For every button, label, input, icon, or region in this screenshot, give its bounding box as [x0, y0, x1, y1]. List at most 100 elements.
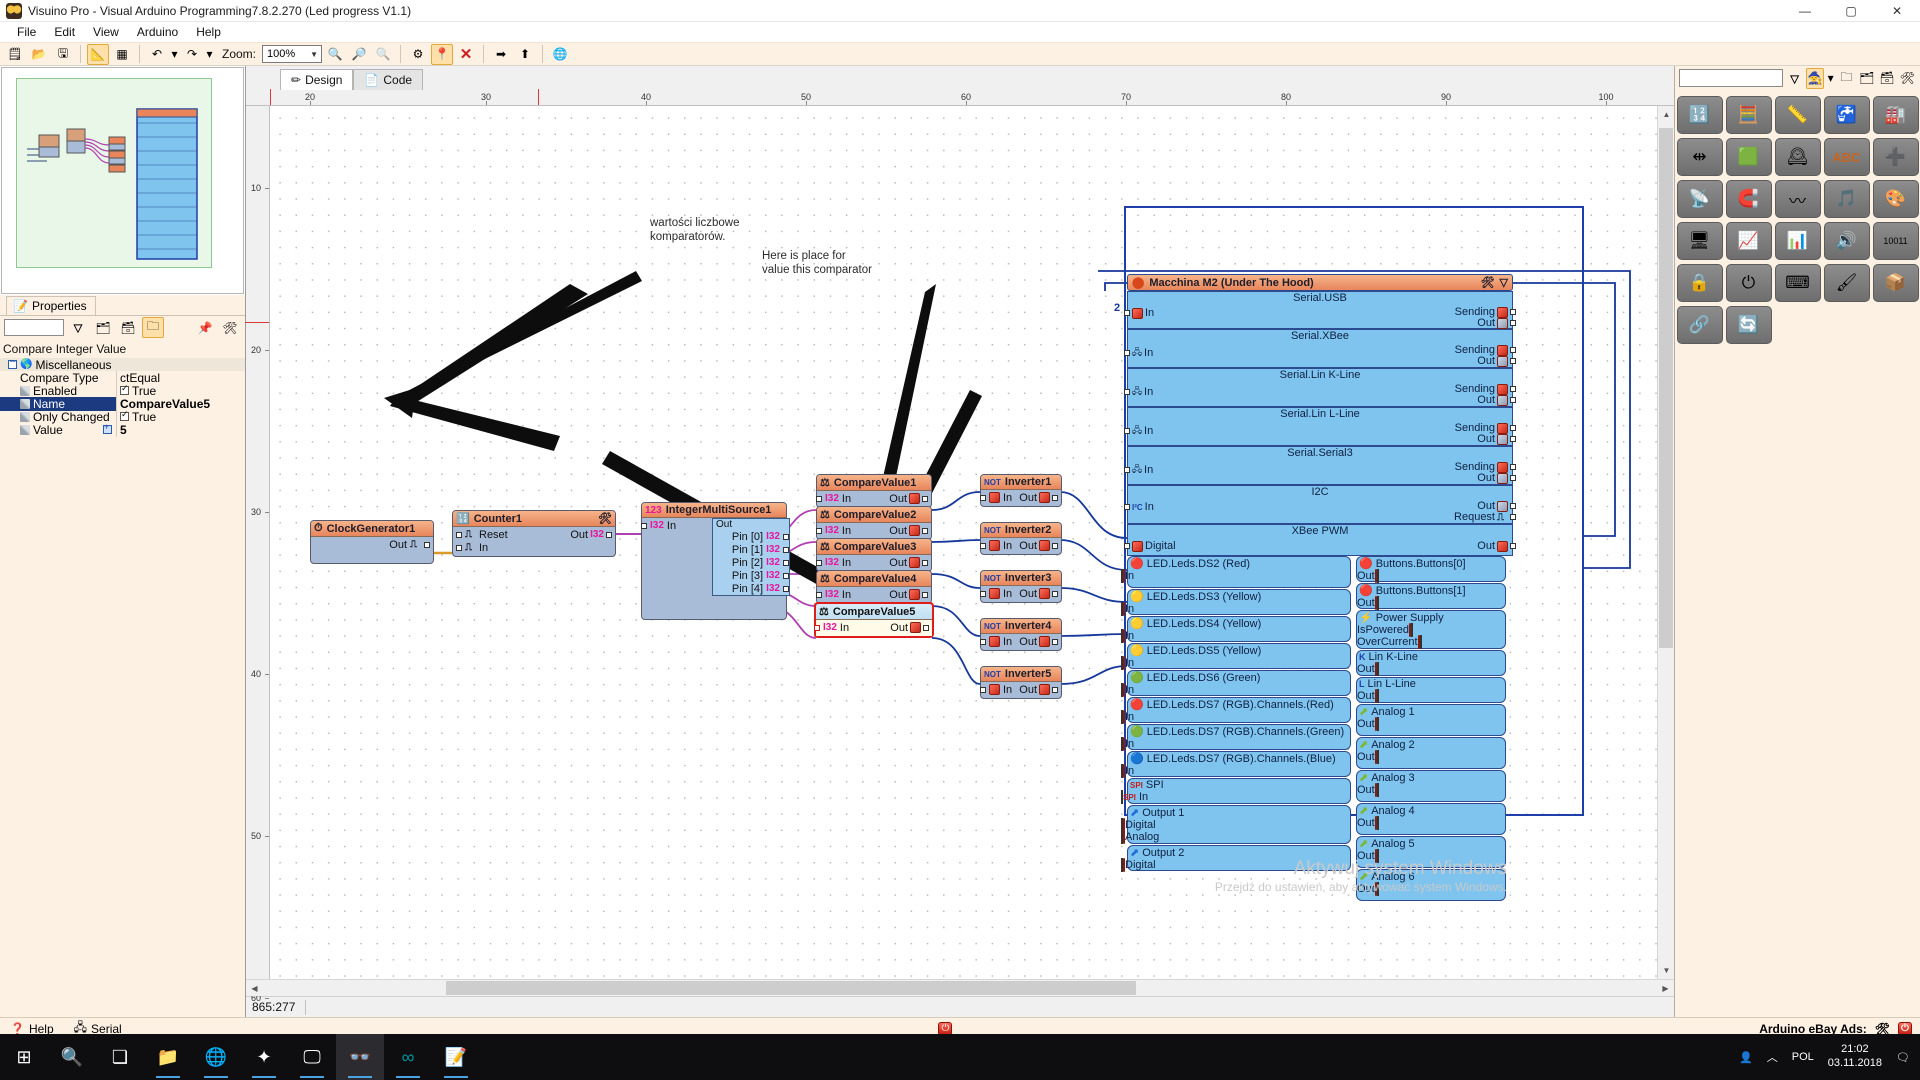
redo-icon[interactable]: ↷: [181, 44, 203, 65]
menu-item-arduino[interactable]: Arduino: [128, 23, 187, 41]
pin-connector[interactable]: [922, 559, 928, 566]
upload-icon[interactable]: ➡: [490, 44, 512, 65]
block-inverter3[interactable]: NOT Inverter3 In Out: [980, 570, 1062, 603]
pin-connector[interactable]: [1124, 467, 1130, 473]
start-icon[interactable]: ⊞: [0, 1034, 48, 1080]
property-search-input[interactable]: [4, 319, 64, 336]
palette-item-memory-icon[interactable]: 🟩: [1725, 138, 1772, 176]
pin-connector[interactable]: [980, 590, 986, 597]
pin-connector[interactable]: [1376, 882, 1379, 896]
pin-connector[interactable]: [1376, 569, 1379, 583]
pin-connector[interactable]: [456, 544, 462, 551]
pin-connector[interactable]: [783, 546, 789, 553]
tab-properties[interactable]: 📝 Properties: [6, 296, 96, 315]
pin-connector[interactable]: [1510, 386, 1516, 392]
board-item-spi[interactable]: SPI SPI SPI In: [1121, 778, 1351, 804]
pin-connector[interactable]: [1376, 816, 1379, 830]
wizard-icon[interactable]: 🧙: [1806, 67, 1824, 89]
pin-connector[interactable]: [1410, 623, 1413, 637]
board-item-lin-k-line[interactable]: K Lin K-Line Out: [1356, 650, 1506, 676]
board-item-analog3[interactable]: ⬈ Analog 3 Out: [1356, 770, 1506, 802]
pin-connector[interactable]: [606, 531, 612, 538]
board-item-led-ds3[interactable]: 🟡 LED.Leds.DS3 (Yellow) In: [1121, 589, 1351, 616]
palette-item-factory-icon[interactable]: 🏭: [1872, 96, 1919, 134]
pin-row[interactable]: In Out: [980, 683, 1058, 696]
pin-connector[interactable]: [1510, 436, 1516, 442]
palette-item-link-icon[interactable]: 🔗: [1676, 306, 1723, 344]
pin-connector[interactable]: [922, 495, 928, 502]
palette-item-music-icon[interactable]: 🎵: [1823, 180, 1870, 218]
tools-icon[interactable]: 🛠: [219, 317, 241, 338]
taskview-icon[interactable]: ❏: [96, 1034, 144, 1080]
property-row-value[interactable]: Value 5: [0, 422, 245, 437]
tab-design[interactable]: ✏ Design: [280, 69, 354, 90]
property-row-only-changed[interactable]: Only Changed True: [0, 409, 245, 424]
palette-item-clock-dial-icon[interactable]: 🕰: [1774, 138, 1821, 176]
palette-item-stats-icon[interactable]: 📊: [1774, 222, 1821, 260]
board-item-led-ds7-green[interactable]: 🟢 LED.Leds.DS7 (RGB).Channels.(Green) In: [1121, 724, 1351, 751]
palette-item-device-icon[interactable]: 🖥: [1676, 222, 1723, 260]
pin-row[interactable]: In Out: [980, 539, 1058, 552]
pin-connector[interactable]: [1124, 350, 1130, 356]
delete-icon[interactable]: ✕: [455, 44, 477, 65]
pin-connector[interactable]: [1510, 320, 1516, 326]
pin-connector[interactable]: [1124, 428, 1130, 434]
board-item-analog6[interactable]: ⬈ Analog 6 Out: [1356, 869, 1506, 901]
pin-row-2[interactable]: Pin [2] I32: [713, 556, 789, 569]
pin-row-in[interactable]: ⎍ In: [456, 541, 612, 554]
board-row-i2c[interactable]: I2C I²C In Out Request ⎍: [1124, 485, 1516, 524]
pin-connector[interactable]: [922, 527, 928, 534]
pin-connector[interactable]: [816, 559, 822, 566]
pin-row-3[interactable]: Pin [3] I32: [713, 569, 789, 582]
chevron-up-icon[interactable]: ︿: [1767, 1049, 1778, 1065]
pin-connector[interactable]: [816, 495, 822, 502]
board-row-xbee-pwm[interactable]: XBee PWM Digital Out: [1124, 524, 1516, 556]
pin-connector[interactable]: [1376, 662, 1379, 676]
property-row-enabled[interactable]: Enabled True: [0, 383, 245, 398]
search-icon[interactable]: 🔍: [48, 1034, 96, 1080]
board-row-serial-lin-k[interactable]: Serial.Lin K-Line 🖧 In Sending Out: [1124, 368, 1516, 407]
pin-connector[interactable]: [980, 542, 986, 549]
property-row-name[interactable]: Name CompareValue5: [0, 396, 245, 411]
board-item-analog2[interactable]: ⬈ Analog 2 Out: [1356, 737, 1506, 769]
remove-property-icon[interactable]: 🗃: [117, 317, 139, 338]
board-icon[interactable]: ⬆: [514, 44, 536, 65]
property-row-compare-type[interactable]: Compare Type ctEqual: [0, 370, 245, 385]
palette-item-chart-icon[interactable]: 📈: [1725, 222, 1772, 260]
scroll-down-icon[interactable]: ▼: [1658, 962, 1675, 979]
pin-connector[interactable]: [1052, 542, 1058, 549]
pin-row[interactable]: In Out: [980, 491, 1058, 504]
block-comparevalue2[interactable]: ⚖ CompareValue2 I32 In Out: [816, 506, 932, 540]
maximize-button[interactable]: ▢: [1828, 0, 1874, 22]
zoom-out-icon[interactable]: 🔎: [348, 44, 370, 65]
property-group-row[interactable]: 🌎 Miscellaneous: [0, 358, 245, 372]
diagram-preview[interactable]: [1, 67, 244, 294]
palette-item-keyboard-icon[interactable]: ⌨: [1774, 264, 1821, 302]
property-value[interactable]: ctEqual: [120, 371, 160, 385]
expand-value-icon[interactable]: [103, 423, 112, 434]
canvas-horizontal-scrollbar[interactable]: ◀ ▶: [246, 979, 1674, 996]
pin-connector[interactable]: [783, 572, 789, 579]
pin-row-1[interactable]: Pin [1] I32: [713, 543, 789, 556]
open-icon[interactable]: 📂: [28, 44, 50, 65]
pin-row-reset[interactable]: ⎍ Reset Out I32: [456, 528, 612, 541]
menu-item-help[interactable]: Help: [187, 23, 230, 41]
board-item-lin-l-line[interactable]: L Lin L-Line Out: [1356, 677, 1506, 703]
pin-connector[interactable]: [424, 541, 430, 548]
board-row-serial-usb[interactable]: Serial.USB In Sending Out: [1124, 291, 1516, 329]
pin-connector[interactable]: [1376, 783, 1379, 797]
board-item-analog1[interactable]: ⬈ Analog 1 Out: [1356, 704, 1506, 736]
pin-connector[interactable]: [1510, 503, 1516, 509]
pin-connector[interactable]: [1052, 494, 1058, 501]
palette-item-plus-numbers-icon[interactable]: ➕: [1872, 138, 1919, 176]
palette-item-lock-icon[interactable]: 🔒: [1676, 264, 1723, 302]
pin-connector[interactable]: [1510, 397, 1516, 403]
pin-connector[interactable]: [1419, 635, 1422, 649]
block-counter1[interactable]: 🔢 Counter1 🛠 ⎍ Reset Out I32 ⎍ In: [452, 510, 616, 557]
palette-item-magnet-icon[interactable]: 🧲: [1725, 180, 1772, 218]
zoom-in-icon[interactable]: 🔍: [324, 44, 346, 65]
pin-row[interactable]: I32 In Out: [816, 588, 928, 601]
board-item-analog5[interactable]: ⬈ Analog 5 Out: [1356, 836, 1506, 868]
pin-connector[interactable]: [1376, 717, 1379, 731]
clock[interactable]: 21:02 03.11.2018: [1828, 1043, 1882, 1071]
